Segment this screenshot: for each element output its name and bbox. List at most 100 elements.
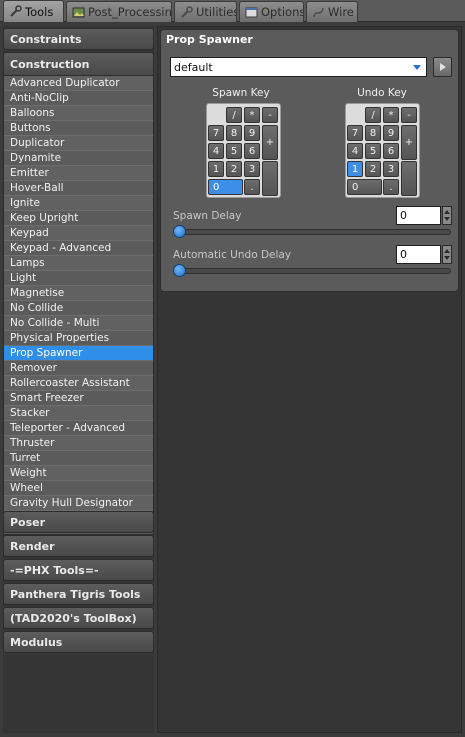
spawn-delay-slider-thumb[interactable] [173,225,186,238]
undo-delay-slider-track[interactable] [173,268,451,274]
tool-item[interactable]: Hover-Ball [4,181,153,196]
tool-item[interactable]: Physical Properties [4,331,153,346]
tool-item[interactable]: Thruster [4,436,153,451]
tool-category-list: Constraints Construction Advanced Duplic… [3,26,154,733]
key-decimal[interactable]: . [244,179,260,195]
wrench-icon [179,5,193,19]
tool-item[interactable]: Rollercoaster Assistant [4,376,153,391]
tool-item[interactable]: Magnetise [4,286,153,301]
key-6[interactable]: 6 [244,143,260,159]
tool-item[interactable]: Keypad - Advanced [4,241,153,256]
spawn-delay-spinner[interactable] [442,206,452,225]
tool-item[interactable]: Dynamite [4,151,153,166]
key-4[interactable]: 4 [208,143,224,159]
tab-label: Post_Processing [88,5,172,19]
key-multiply[interactable]: * [383,107,399,123]
category-poser[interactable]: Poser [3,511,154,533]
tool-item[interactable]: Gravity Hull Designator [4,496,153,511]
spawn-delay-slider-track[interactable] [173,229,451,235]
tool-item[interactable]: Keep Upright [4,211,153,226]
key-plus[interactable]: + [262,125,278,160]
key-6[interactable]: 6 [383,143,399,159]
tool-item[interactable]: Teleporter - Advanced [4,421,153,436]
category-render[interactable]: Render [3,535,154,557]
category-phx-tools[interactable]: -=PHX Tools=- [3,559,154,581]
category-modulus[interactable]: Modulus [3,631,154,653]
window-icon [244,5,258,19]
category-construction[interactable]: Construction [3,52,154,76]
key-9[interactable]: 9 [383,125,399,141]
key-4[interactable]: 4 [347,143,363,159]
tool-item[interactable]: Duplicator [4,136,153,151]
tool-item[interactable]: Turret [4,451,153,466]
tool-item[interactable]: Ignite [4,196,153,211]
key-0-selected[interactable]: 0 [208,179,243,195]
undo-delay-spinner[interactable] [442,245,452,264]
key-minus[interactable]: - [262,107,278,123]
tool-item[interactable]: Keypad [4,226,153,241]
tool-item[interactable]: Smart Freezer [4,391,153,406]
category-tad2020-toolbox[interactable]: (TAD2020's ToolBox) [3,607,154,629]
tool-item[interactable]: Weight [4,466,153,481]
tab-utilities[interactable]: Utilities [174,1,237,22]
tab-tools[interactable]: Tools [3,0,64,22]
wire-icon [311,5,325,19]
tool-item[interactable]: Balloons [4,106,153,121]
key-8[interactable]: 8 [226,125,242,141]
key-0[interactable]: 0 [347,179,382,195]
key-3[interactable]: 3 [244,161,260,177]
key-3[interactable]: 3 [383,161,399,177]
key-1-selected[interactable]: 1 [347,161,363,177]
image-icon [71,5,85,19]
wrench-icon [8,5,22,19]
key-7[interactable]: 7 [347,125,363,141]
tab-post-processing[interactable]: Post_Processing [66,1,172,22]
tab-wire[interactable]: Wire [306,1,358,22]
key-2[interactable]: 2 [226,161,242,177]
tool-settings-area: Prop Spawner default Spawn Key / * - 7 8… [157,26,462,733]
tool-item[interactable]: No Collide [4,301,153,316]
category-constraints[interactable]: Constraints [3,28,154,50]
tool-item[interactable]: Advanced Duplicator [4,76,153,91]
key-9[interactable]: 9 [244,125,260,141]
tool-item[interactable]: Anti-NoClip [4,91,153,106]
tool-item[interactable]: Emitter [4,166,153,181]
tool-item[interactable]: No Collide - Multi [4,316,153,331]
undo-delay-label: Automatic Undo Delay [173,249,292,261]
tool-item[interactable]: Stacker [4,406,153,421]
tool-item[interactable]: Light [4,271,153,286]
key-divide[interactable]: / [226,107,242,123]
key-5[interactable]: 5 [365,143,381,159]
tool-item[interactable]: Wheel [4,481,153,496]
tab-options[interactable]: Options [239,1,304,22]
tab-label: Utilities [196,5,237,19]
tab-label: Wire [328,5,354,19]
key-multiply[interactable]: * [244,107,260,123]
category-label: Panthera Tigris Tools [10,587,141,601]
tool-item[interactable]: Buttons [4,121,153,136]
key-1[interactable]: 1 [208,161,224,177]
tool-item-selected[interactable]: Prop Spawner [4,346,153,361]
key-8[interactable]: 8 [365,125,381,141]
tool-item[interactable]: Lamps [4,256,153,271]
undo-delay-input[interactable]: 0 [396,245,441,264]
key-decimal[interactable]: . [383,179,399,195]
category-label: Modulus [10,635,63,649]
key-7[interactable]: 7 [208,125,224,141]
key-2[interactable]: 2 [365,161,381,177]
spawn-delay-input[interactable]: 0 [396,206,441,225]
key-plus[interactable]: + [401,125,417,160]
undo-key-label: Undo Key [357,87,407,99]
key-enter[interactable] [262,161,278,196]
undo-delay-slider-thumb[interactable] [173,264,186,277]
key-enter[interactable] [401,161,417,196]
key-divide[interactable]: / [365,107,381,123]
key-5[interactable]: 5 [226,143,242,159]
preset-dropdown[interactable]: default [170,57,427,77]
tool-item[interactable]: Remover [4,361,153,376]
category-panthera-tigris-tools[interactable]: Panthera Tigris Tools [3,583,154,605]
tab-bar: Tools Post_Processing Utilities Options … [0,0,465,22]
key-minus[interactable]: - [401,107,417,123]
tab-label: Options [261,5,304,19]
preset-options-button[interactable] [433,57,452,77]
